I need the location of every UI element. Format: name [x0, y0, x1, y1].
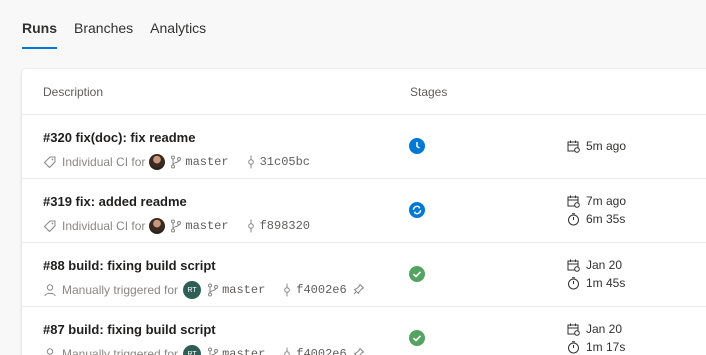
success-status-icon[interactable] [409, 330, 425, 346]
tab-bar: Runs Branches Analytics [22, 20, 206, 49]
run-title[interactable]: #88 build: fixing build script [43, 258, 216, 273]
calendar-icon [567, 195, 580, 208]
run-date-text: Jan 20 [586, 258, 623, 272]
trigger-text: Individual CI for [62, 155, 146, 169]
branch-icon [207, 283, 219, 297]
calendar-icon [567, 323, 580, 336]
tag-icon [43, 155, 57, 169]
run-row[interactable]: #87 build: fixing build script Manually t… [22, 306, 706, 355]
avatar: RT [183, 345, 202, 355]
run-date: 7m ago [567, 194, 626, 208]
stopwatch-icon [567, 212, 580, 226]
commit-hash[interactable]: 31c05bc [260, 155, 310, 169]
tag-icon [43, 219, 57, 233]
run-duration: 6m 35s [567, 212, 625, 226]
run-subtitle: Manually triggered for RT master f4002e6 [43, 345, 368, 355]
trigger-text: Manually triggered for [62, 283, 179, 297]
clock-status-icon[interactable] [409, 138, 425, 154]
calendar-icon [567, 140, 580, 153]
run-subtitle: Manually triggered for RT master f4002e6 [43, 281, 368, 299]
commit-hash[interactable]: f898320 [260, 219, 310, 233]
calendar-icon [567, 259, 580, 272]
column-header-stages: Stages [410, 85, 448, 99]
person-icon [43, 283, 57, 297]
branch-name[interactable]: master [222, 347, 265, 355]
pin-icon[interactable] [353, 283, 365, 297]
commit-icon [281, 347, 293, 355]
branch-icon [170, 219, 182, 233]
run-duration: 1m 45s [567, 276, 625, 290]
runs-table: Description Stages #320 fix(doc): fix re… [22, 69, 706, 355]
run-date-text: Jan 20 [586, 322, 623, 336]
branch-name[interactable]: master [185, 219, 228, 233]
run-duration: 1m 17s [567, 340, 625, 354]
branch-icon [207, 347, 219, 355]
avatar [149, 154, 166, 170]
run-row[interactable]: #319 fix: added readme Individual CI for m… [22, 178, 706, 242]
run-row[interactable]: #320 fix(doc): fix readme Individual CI f… [22, 114, 706, 178]
avatar: RT [183, 281, 202, 299]
run-date: 5m ago [567, 139, 626, 153]
run-date: Jan 20 [567, 258, 622, 272]
commit-icon [245, 219, 257, 233]
run-duration-text: 6m 35s [586, 212, 626, 226]
run-title[interactable]: #319 fix: added readme [43, 194, 187, 209]
branch-name[interactable]: master [222, 283, 265, 297]
stopwatch-icon [567, 340, 580, 354]
run-date-text: 7m ago [586, 194, 627, 208]
trigger-text: Individual CI for [62, 219, 146, 233]
commit-icon [245, 155, 257, 169]
branch-icon [170, 155, 182, 169]
run-duration-text: 1m 45s [586, 276, 626, 290]
tab-branches[interactable]: Branches [74, 20, 133, 49]
pin-icon[interactable] [353, 347, 365, 355]
avatar [149, 218, 166, 234]
commit-hash[interactable]: f4002e6 [296, 283, 346, 297]
run-date: Jan 20 [567, 322, 622, 336]
running-status-icon[interactable] [409, 202, 425, 218]
commit-hash[interactable]: f4002e6 [296, 347, 346, 355]
run-subtitle: Individual CI for master f898320 [43, 217, 310, 235]
trigger-text: Manually triggered for [62, 347, 179, 355]
tab-runs[interactable]: Runs [22, 20, 57, 49]
commit-icon [281, 283, 293, 297]
stopwatch-icon [567, 276, 580, 290]
run-date-text: 5m ago [586, 139, 627, 153]
person-icon [43, 347, 57, 355]
column-header-description: Description [43, 85, 104, 99]
tab-analytics[interactable]: Analytics [150, 20, 206, 49]
run-duration-text: 1m 17s [586, 340, 626, 354]
run-row[interactable]: #88 build: fixing build script Manually t… [22, 242, 706, 306]
run-subtitle: Individual CI for master 31c05bc [43, 153, 310, 171]
branch-name[interactable]: master [185, 155, 228, 169]
success-status-icon[interactable] [409, 266, 425, 282]
run-title[interactable]: #320 fix(doc): fix readme [43, 130, 195, 145]
run-title[interactable]: #87 build: fixing build script [43, 322, 216, 337]
